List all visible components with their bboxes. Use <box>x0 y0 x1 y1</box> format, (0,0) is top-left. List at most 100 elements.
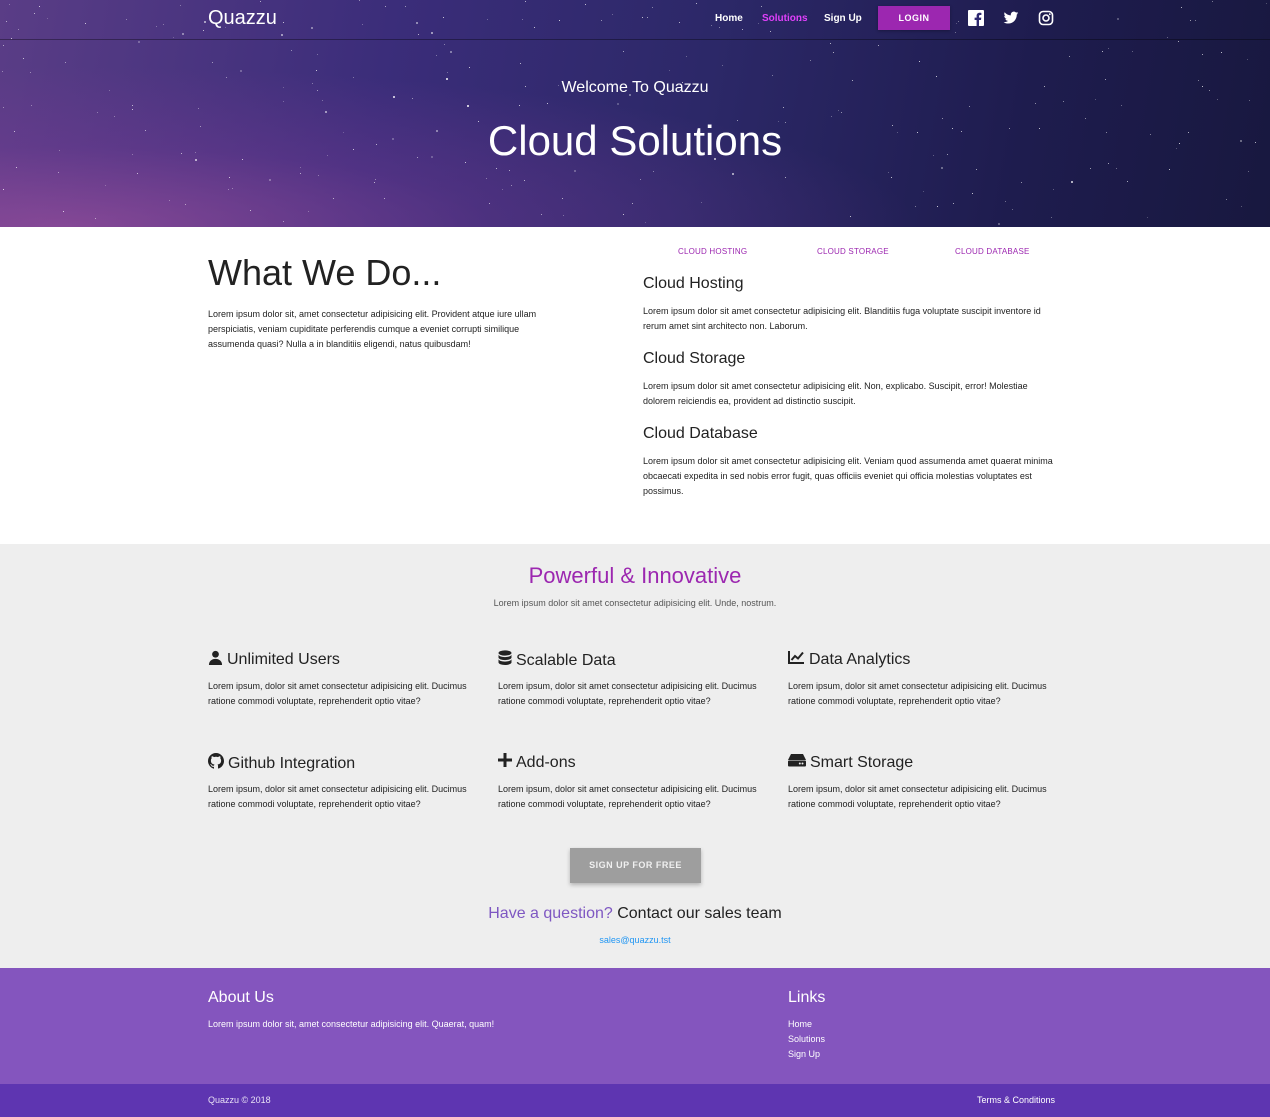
star-dot <box>31 105 32 106</box>
star-dot <box>6 21 7 22</box>
star-dot <box>1167 37 1168 38</box>
feature-title-users: Unlimited Users <box>208 650 340 670</box>
nav-link-solutions[interactable]: Solutions <box>762 13 808 24</box>
star-dot <box>785 177 786 178</box>
terms-link[interactable]: Terms & Conditions <box>977 1095 1055 1105</box>
nav-link-home[interactable]: Home <box>715 13 743 24</box>
star-dot <box>212 62 213 63</box>
star-dot <box>1102 51 1103 52</box>
signup-free-button[interactable]: SIGN UP FOR FREE <box>570 848 701 883</box>
star-dot <box>563 215 564 216</box>
star-dot <box>418 34 419 35</box>
star-dot <box>783 107 784 108</box>
star-dot <box>562 198 563 199</box>
user-icon <box>208 650 227 670</box>
star-dot <box>653 171 654 172</box>
star-dot <box>1035 103 1036 104</box>
service-text-storage: Lorem ipsum dolor sit amet consectetur a… <box>643 381 1028 406</box>
star-dot <box>878 45 879 46</box>
tab-cloud-storage[interactable]: CLOUD STORAGE <box>817 247 889 256</box>
nav-link-signup[interactable]: Sign Up <box>824 13 862 24</box>
star-dot <box>953 203 954 204</box>
facebook-icon[interactable] <box>968 10 984 26</box>
star-dot <box>316 70 317 71</box>
star-dot <box>58 172 59 173</box>
star-dot <box>3 107 4 108</box>
login-button[interactable]: LOGIN <box>878 6 950 30</box>
star-dot <box>772 75 773 76</box>
footer-link-home[interactable]: Home <box>788 1019 812 1029</box>
star-dot <box>204 21 206 23</box>
star-dot <box>958 21 959 22</box>
star-dot <box>632 203 633 204</box>
star-dot <box>525 1 526 2</box>
service-title-storage: Cloud Storage <box>643 350 746 367</box>
star-dot <box>283 22 284 23</box>
brand-logo[interactable]: Quazzu <box>208 7 277 30</box>
star-dot <box>559 20 560 21</box>
star-dot <box>810 60 811 61</box>
star-dot <box>522 19 523 20</box>
star-dot <box>469 67 470 68</box>
star-dot <box>95 218 96 219</box>
star-dot <box>919 61 920 62</box>
tab-cloud-database[interactable]: CLOUD DATABASE <box>955 247 1030 256</box>
star-dot <box>3 189 4 190</box>
feature-title-analytics: Data Analytics <box>788 650 910 669</box>
star-dot <box>47 18 48 19</box>
star-dot <box>97 112 98 113</box>
sales-email-link[interactable]: sales@quazzu.tst <box>0 935 1270 945</box>
star-dot <box>1095 99 1096 100</box>
star-dot <box>1249 100 1250 101</box>
star-dot <box>467 105 469 107</box>
star-dot <box>65 62 66 63</box>
star-dot <box>325 111 327 113</box>
feature-title-github: Github Integration <box>208 753 355 774</box>
tab-cloud-hosting[interactable]: CLOUD HOSTING <box>678 247 747 256</box>
star-dot <box>1071 181 1073 183</box>
star-dot <box>322 100 323 101</box>
footer <box>0 968 1270 1084</box>
star-dot <box>669 70 670 71</box>
star-dot <box>915 206 916 207</box>
star-dot <box>891 177 892 178</box>
star-dot <box>16 167 17 168</box>
star-dot <box>105 185 106 186</box>
star-dot <box>384 198 385 199</box>
star-dot <box>496 168 497 169</box>
star-dot <box>229 177 230 178</box>
star-dot <box>431 32 433 34</box>
star-dot <box>1116 168 1117 169</box>
chart-line-icon <box>788 650 809 669</box>
star-dot <box>534 27 535 28</box>
star-dot <box>585 4 586 5</box>
twitter-icon[interactable] <box>1003 10 1019 26</box>
star-dot <box>281 34 283 36</box>
star-dot <box>291 50 292 51</box>
feature-title-addons: Add-ons <box>498 753 576 772</box>
footer-link-solutions[interactable]: Solutions <box>788 1034 825 1044</box>
star-dot <box>937 206 938 207</box>
star-dot <box>612 14 613 15</box>
star-dot <box>1195 20 1196 21</box>
star-dot <box>436 55 437 56</box>
star-dot <box>163 24 164 25</box>
footer-link-signup[interactable]: Sign Up <box>788 1049 820 1059</box>
star-dot <box>132 109 133 110</box>
star-dot <box>318 175 319 176</box>
question-highlight: Have a question? <box>488 905 613 922</box>
star-dot <box>1226 199 1227 200</box>
star-dot <box>711 25 712 26</box>
star-dot <box>489 203 490 204</box>
star-dot <box>232 188 233 189</box>
github-icon <box>208 753 228 774</box>
feature-title-storage: Smart Storage <box>788 753 913 772</box>
star-dot <box>180 5 181 6</box>
star-dot <box>30 72 31 73</box>
star-dot <box>308 211 309 212</box>
instagram-icon[interactable] <box>1038 10 1054 26</box>
star-dot <box>1248 171 1249 172</box>
star-dot <box>701 202 702 203</box>
star-dot <box>520 63 521 64</box>
star-dot <box>412 98 413 99</box>
